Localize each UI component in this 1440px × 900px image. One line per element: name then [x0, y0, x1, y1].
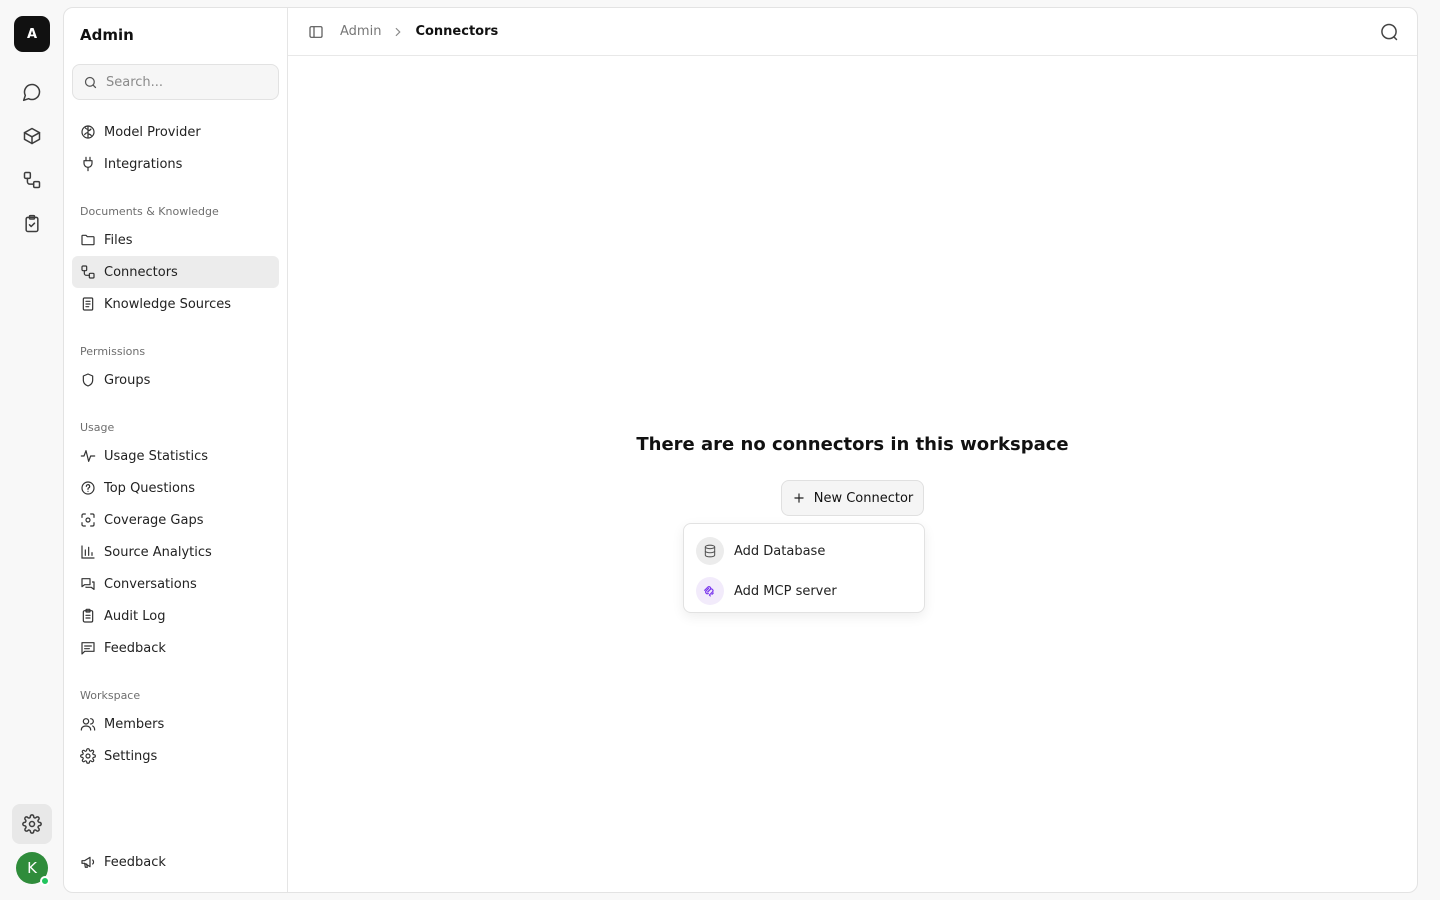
- sidebar-item-conversations[interactable]: Conversations: [72, 568, 279, 600]
- sidebar-item-label: Coverage Gaps: [104, 512, 204, 528]
- workflows-rail-button[interactable]: [12, 160, 52, 200]
- chat-search-icon[interactable]: [1379, 22, 1399, 42]
- admin-settings-rail-button[interactable]: [12, 804, 52, 844]
- chevron-right-icon: [391, 25, 405, 39]
- search-icon: [83, 75, 98, 90]
- section-label-workspace: Workspace: [80, 689, 141, 702]
- box-icon: [22, 126, 42, 146]
- sidebar-item-settings[interactable]: Settings: [72, 740, 279, 772]
- users-icon: [80, 716, 96, 732]
- sidebar-search[interactable]: [72, 64, 279, 100]
- sidebar-item-label: Files: [104, 232, 133, 248]
- brain-icon: [80, 124, 96, 140]
- shield-icon: [80, 372, 96, 388]
- scan-icon: [80, 512, 96, 528]
- online-status-dot: [40, 876, 50, 886]
- sidebar-item-usage-statistics[interactable]: Usage Statistics: [72, 440, 279, 472]
- sidebar-item-top-questions[interactable]: Top Questions: [72, 472, 279, 504]
- plus-icon: [792, 491, 806, 505]
- menu-item-add-database[interactable]: Add Database: [690, 532, 918, 570]
- sidebar-toggle-icon[interactable]: [308, 24, 324, 40]
- workflow-icon: [22, 170, 42, 190]
- chat-rail-button[interactable]: [12, 72, 52, 112]
- sidebar-item-label: Members: [104, 716, 165, 732]
- question-icon: [80, 480, 96, 496]
- sidebar-item-feedback[interactable]: Feedback: [72, 632, 279, 664]
- search-input[interactable]: [106, 74, 266, 90]
- sidebar-footer-feedback[interactable]: Feedback: [72, 846, 279, 878]
- book-icon: [80, 296, 96, 312]
- sidebar-item-audit-log[interactable]: Audit Log: [72, 600, 279, 632]
- sidebar-item-label: Top Questions: [104, 480, 195, 496]
- workspace-logo[interactable]: A: [14, 16, 50, 52]
- sidebar-item-label: Conversations: [104, 576, 197, 592]
- breadcrumb-admin-link[interactable]: Admin: [340, 24, 381, 39]
- bar-chart-icon: [80, 544, 96, 560]
- connector-icon: [80, 264, 96, 280]
- activity-icon: [80, 448, 96, 464]
- sidebar-item-coverage-gaps[interactable]: Coverage Gaps: [72, 504, 279, 536]
- app-rail: A K: [0, 0, 64, 900]
- clipboard-check-icon: [22, 214, 42, 234]
- sidebar-item-label: Model Provider: [104, 124, 201, 140]
- breadcrumb: Admin Connectors: [340, 24, 498, 39]
- content-area: Admin Connectors There are no connectors…: [288, 8, 1417, 892]
- folder-icon: [80, 232, 96, 248]
- sidebar-item-connectors[interactable]: Connectors: [72, 256, 279, 288]
- sidebar-item-source-analytics[interactable]: Source Analytics: [72, 536, 279, 568]
- sidebar-item-groups[interactable]: Groups: [72, 364, 279, 396]
- section-label-usage: Usage: [80, 421, 115, 434]
- empty-state-title: There are no connectors in this workspac…: [636, 434, 1069, 455]
- gear-icon: [22, 814, 42, 834]
- chat-icon: [22, 82, 42, 102]
- message-square-icon: [80, 640, 96, 656]
- topbar: Admin Connectors: [288, 8, 1417, 56]
- tasks-rail-button[interactable]: [12, 204, 52, 244]
- new-connector-button[interactable]: New Connector: [781, 480, 924, 516]
- section-label-permissions: Permissions: [80, 345, 146, 358]
- packages-rail-button[interactable]: [12, 116, 52, 156]
- new-connector-dropdown: Add Database Add MCP server: [683, 523, 925, 613]
- sidebar-item-members[interactable]: Members: [72, 708, 279, 740]
- sidebar-title: Admin: [80, 26, 134, 44]
- sidebar-item-files[interactable]: Files: [72, 224, 279, 256]
- sidebar-item-knowledge-sources[interactable]: Knowledge Sources: [72, 288, 279, 320]
- sidebar-item-integrations[interactable]: Integrations: [72, 148, 279, 180]
- main-panel: Admin Model Provider Integrations Docume…: [63, 7, 1418, 893]
- plug-icon: [80, 156, 96, 172]
- sidebar-item-label: Connectors: [104, 264, 178, 280]
- admin-sidebar: Admin Model Provider Integrations Docume…: [64, 8, 288, 892]
- sidebar-item-label: Audit Log: [104, 608, 166, 624]
- sidebar-item-label: Usage Statistics: [104, 448, 209, 464]
- sidebar-item-label: Feedback: [104, 854, 166, 870]
- sidebar-item-label: Knowledge Sources: [104, 296, 232, 312]
- new-connector-label: New Connector: [813, 490, 914, 506]
- sidebar-item-label: Source Analytics: [104, 544, 212, 560]
- menu-item-label: Add Database: [734, 543, 826, 559]
- clipboard-icon: [80, 608, 96, 624]
- sidebar-item-label: Integrations: [104, 156, 183, 172]
- database-icon: [696, 537, 724, 565]
- mcp-icon: [696, 577, 724, 605]
- section-label-documents: Documents & Knowledge: [80, 205, 219, 218]
- megaphone-icon: [80, 854, 96, 870]
- menu-item-label: Add MCP server: [734, 583, 837, 599]
- sidebar-item-model-provider[interactable]: Model Provider: [72, 116, 279, 148]
- sidebar-item-label: Feedback: [104, 640, 166, 656]
- sidebar-item-label: Groups: [104, 372, 151, 388]
- chat-bubbles-icon: [80, 576, 96, 592]
- sidebar-item-label: Settings: [104, 748, 158, 764]
- breadcrumb-current: Connectors: [415, 24, 499, 39]
- menu-item-add-mcp-server[interactable]: Add MCP server: [690, 572, 918, 610]
- gear-icon: [80, 748, 96, 764]
